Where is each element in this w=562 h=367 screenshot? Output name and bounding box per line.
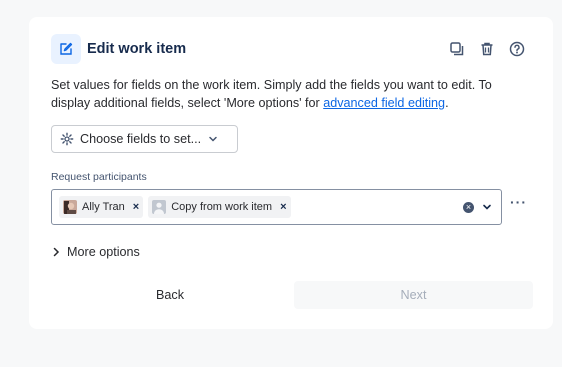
chevron-right-icon [53, 247, 60, 257]
header-actions [447, 39, 527, 59]
trash-icon[interactable] [477, 39, 497, 59]
card-header: Edit work item [51, 34, 533, 64]
choose-fields-label: Choose fields to set... [80, 132, 202, 146]
edit-work-item-card: Edit work item Set values for fields on … [29, 17, 553, 329]
more-options-label: More options [67, 245, 140, 259]
chip-label: Copy from work item [171, 201, 273, 213]
page-title: Edit work item [87, 41, 187, 57]
remove-chip-icon[interactable]: × [280, 201, 286, 213]
participant-chip: Ally Tran × [59, 196, 144, 218]
default-avatar-icon [152, 200, 167, 214]
gear-icon [60, 132, 74, 146]
request-participants-select[interactable]: Ally Tran × Copy from work item × × [51, 189, 502, 225]
remove-chip-icon[interactable]: × [133, 201, 139, 213]
next-button[interactable]: Next [294, 281, 533, 309]
clear-icon[interactable]: × [463, 201, 474, 213]
avatar [63, 200, 77, 214]
more-actions-icon[interactable]: ··· [510, 194, 527, 210]
description-end: . [445, 96, 449, 110]
chevron-down-icon [209, 136, 217, 142]
edit-icon [51, 34, 81, 64]
chevron-down-icon[interactable] [479, 199, 495, 215]
help-icon[interactable] [507, 39, 527, 59]
more-options-toggle[interactable]: More options [51, 245, 140, 259]
duplicate-icon[interactable] [447, 39, 467, 59]
chip-label: Ally Tran [82, 201, 125, 213]
advanced-field-editing-link[interactable]: advanced field editing [323, 96, 445, 110]
choose-fields-button[interactable]: Choose fields to set... [51, 125, 238, 153]
back-button[interactable]: Back [51, 281, 289, 309]
participant-chip: Copy from work item × [148, 196, 291, 218]
description: Set values for fields on the work item. … [51, 76, 521, 112]
request-participants-label: Request participants [51, 171, 147, 183]
